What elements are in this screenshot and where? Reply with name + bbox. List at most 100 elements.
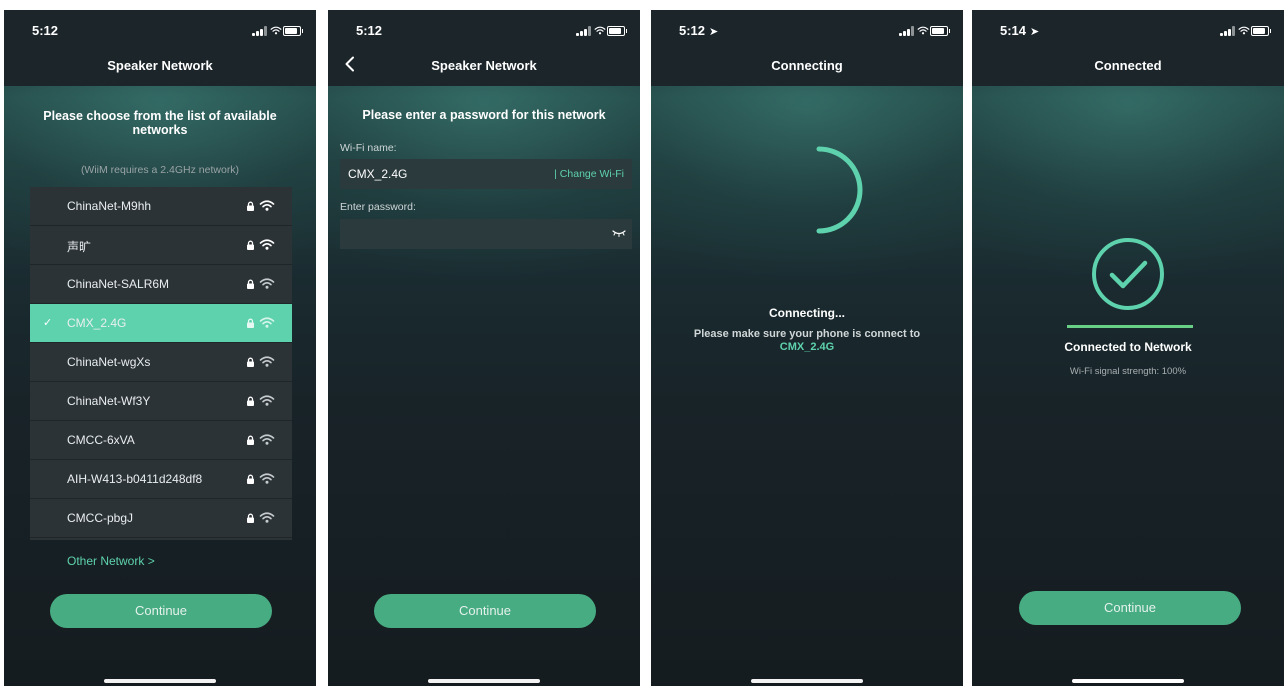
- connected-status: Connected to Network: [1064, 340, 1192, 354]
- network-row[interactable]: ChinaNet-M9hh: [30, 187, 292, 226]
- location-arrow-icon: ➤: [709, 26, 719, 38]
- continue-button[interactable]: Continue: [50, 594, 272, 628]
- network-name: AIH-W413-b0411d248df8: [67, 472, 203, 486]
- network-row[interactable]: CMCC-pbgJ: [30, 499, 292, 538]
- wifi-signal-icon: [259, 317, 275, 328]
- requirement-note: (WiiM requires a 2.4GHz network): [80, 164, 240, 176]
- loading-spinner-icon: [816, 146, 863, 234]
- battery-icon: [283, 26, 303, 36]
- battery-icon: [930, 26, 950, 36]
- network-row[interactable]: 声旷: [30, 226, 292, 265]
- network-name: ChinaNet-M9hh: [67, 199, 152, 213]
- page-title: Connected: [1094, 58, 1162, 73]
- header-bar: [328, 10, 640, 86]
- network-name: CMX_2.4G: [779, 341, 835, 353]
- home-indicator: [1072, 679, 1184, 683]
- status-time: 5:12: [32, 23, 59, 38]
- cellular-signal-icon: [1220, 26, 1235, 36]
- password-label: Enter password:: [340, 201, 416, 213]
- continue-button[interactable]: Continue: [1019, 591, 1241, 625]
- wifi-name-field: CMX_2.4G | Change Wi-Fi: [340, 159, 632, 189]
- page-title: Connecting: [771, 58, 843, 73]
- wifi-signal-icon: [259, 395, 275, 406]
- wifi-signal-icon: [259, 512, 275, 523]
- home-indicator: [751, 679, 863, 683]
- home-indicator: [104, 679, 216, 683]
- wifi-status-icon: [1238, 26, 1250, 35]
- status-time-text: 5:14: [1000, 23, 1027, 38]
- check-circle-icon: [1092, 238, 1164, 310]
- wifi-signal-icon: [259, 434, 275, 445]
- lock-icon: [246, 396, 255, 406]
- wifi-name-label: Wi-Fi name:: [340, 142, 397, 154]
- header-bar: [972, 10, 1284, 86]
- wifi-status-icon: [270, 26, 282, 35]
- cellular-signal-icon: [576, 26, 591, 36]
- signal-progress-fill: [1067, 325, 1193, 328]
- header-bar: [4, 10, 316, 86]
- network-name: CMCC-6xVA: [67, 433, 135, 447]
- selected-check-icon: ✓: [43, 317, 53, 329]
- other-network-link[interactable]: Other Network >: [67, 554, 155, 568]
- network-name: CMX_2.4G: [67, 316, 127, 330]
- network-name: 声旷: [67, 240, 92, 254]
- wifi-signal-icon: [259, 200, 275, 211]
- connection-hint: Please make sure your phone is connect t…: [693, 328, 921, 340]
- network-name: ChinaNet-SALR6M: [67, 277, 170, 291]
- lock-icon: [246, 318, 255, 328]
- network-name: ChinaNet-Wf3Y: [67, 394, 151, 408]
- network-row[interactable]: ChinaNet-SALR6M: [30, 265, 292, 304]
- header-bar: [651, 10, 963, 86]
- password-input[interactable]: [346, 223, 600, 247]
- status-icons: [576, 23, 627, 37]
- lock-icon: [246, 474, 255, 484]
- status-icons: [1220, 23, 1271, 37]
- battery-icon: [607, 26, 627, 36]
- wifi-name-value: CMX_2.4G: [348, 167, 408, 181]
- network-row[interactable]: ChinaNet-Wf3Y: [30, 382, 292, 421]
- network-name: ChinaNet-wgXs: [67, 355, 151, 369]
- password-field: [340, 219, 632, 249]
- status-time-text: 5:12: [679, 23, 706, 38]
- network-list: ChinaNet-M9hh 声旷 ChinaNet-SALR6M ✓ CMX_2.4G C…: [30, 187, 292, 540]
- battery-icon: [1251, 26, 1271, 36]
- status-icons: [252, 23, 303, 37]
- network-row[interactable]: ✓ CMX_2.4G: [30, 304, 292, 343]
- network-name: CMCC-pbgJ: [67, 511, 134, 525]
- connecting-screen: 5:12 ➤ Connecting Connecting... Please ma…: [651, 10, 963, 686]
- continue-button[interactable]: Continue: [374, 594, 596, 628]
- wifi-signal-icon: [259, 356, 275, 367]
- status-icons: [899, 23, 950, 37]
- cellular-signal-icon: [899, 26, 914, 36]
- location-arrow-icon: ➤: [1030, 26, 1040, 38]
- wifi-signal-icon: [259, 473, 275, 484]
- lock-icon: [246, 513, 255, 523]
- wifi-status-icon: [917, 26, 929, 35]
- page-title: Speaker Network: [431, 58, 537, 73]
- instruction-text: Please choose from the list of available…: [43, 109, 277, 137]
- instruction-text: Please enter a password for this network: [362, 108, 606, 122]
- network-row[interactable]: ChinaNet-wgXs: [30, 343, 292, 382]
- wifi-status-icon: [594, 26, 606, 35]
- lock-icon: [246, 240, 255, 250]
- status-time: 5:12: [356, 23, 383, 38]
- home-indicator: [428, 679, 540, 683]
- network-row[interactable]: CMCC-6xVA: [30, 421, 292, 460]
- network-list-screen: 5:12 Speaker Network Please choose from …: [4, 10, 316, 686]
- password-screen: 5:12 Speaker Network Please enter a pass…: [328, 10, 640, 686]
- network-row[interactable]: AIH-W413-b0411d248df8: [30, 460, 292, 499]
- change-wifi-link[interactable]: | Change Wi-Fi: [554, 168, 624, 180]
- signal-strength-text: Wi-Fi signal strength: 100%: [1069, 366, 1187, 377]
- lock-icon: [246, 435, 255, 445]
- page-title: Speaker Network: [107, 58, 213, 73]
- lock-icon: [246, 279, 255, 289]
- wifi-signal-icon: [259, 278, 275, 289]
- wifi-signal-icon: [259, 239, 275, 250]
- lock-icon: [246, 201, 255, 211]
- eye-closed-icon[interactable]: [612, 227, 626, 239]
- signal-progress-bar: [1067, 325, 1193, 328]
- status-time: 5:14 ➤: [1000, 23, 1039, 38]
- lock-icon: [246, 357, 255, 367]
- status-time: 5:12 ➤: [679, 23, 718, 38]
- cellular-signal-icon: [252, 26, 267, 36]
